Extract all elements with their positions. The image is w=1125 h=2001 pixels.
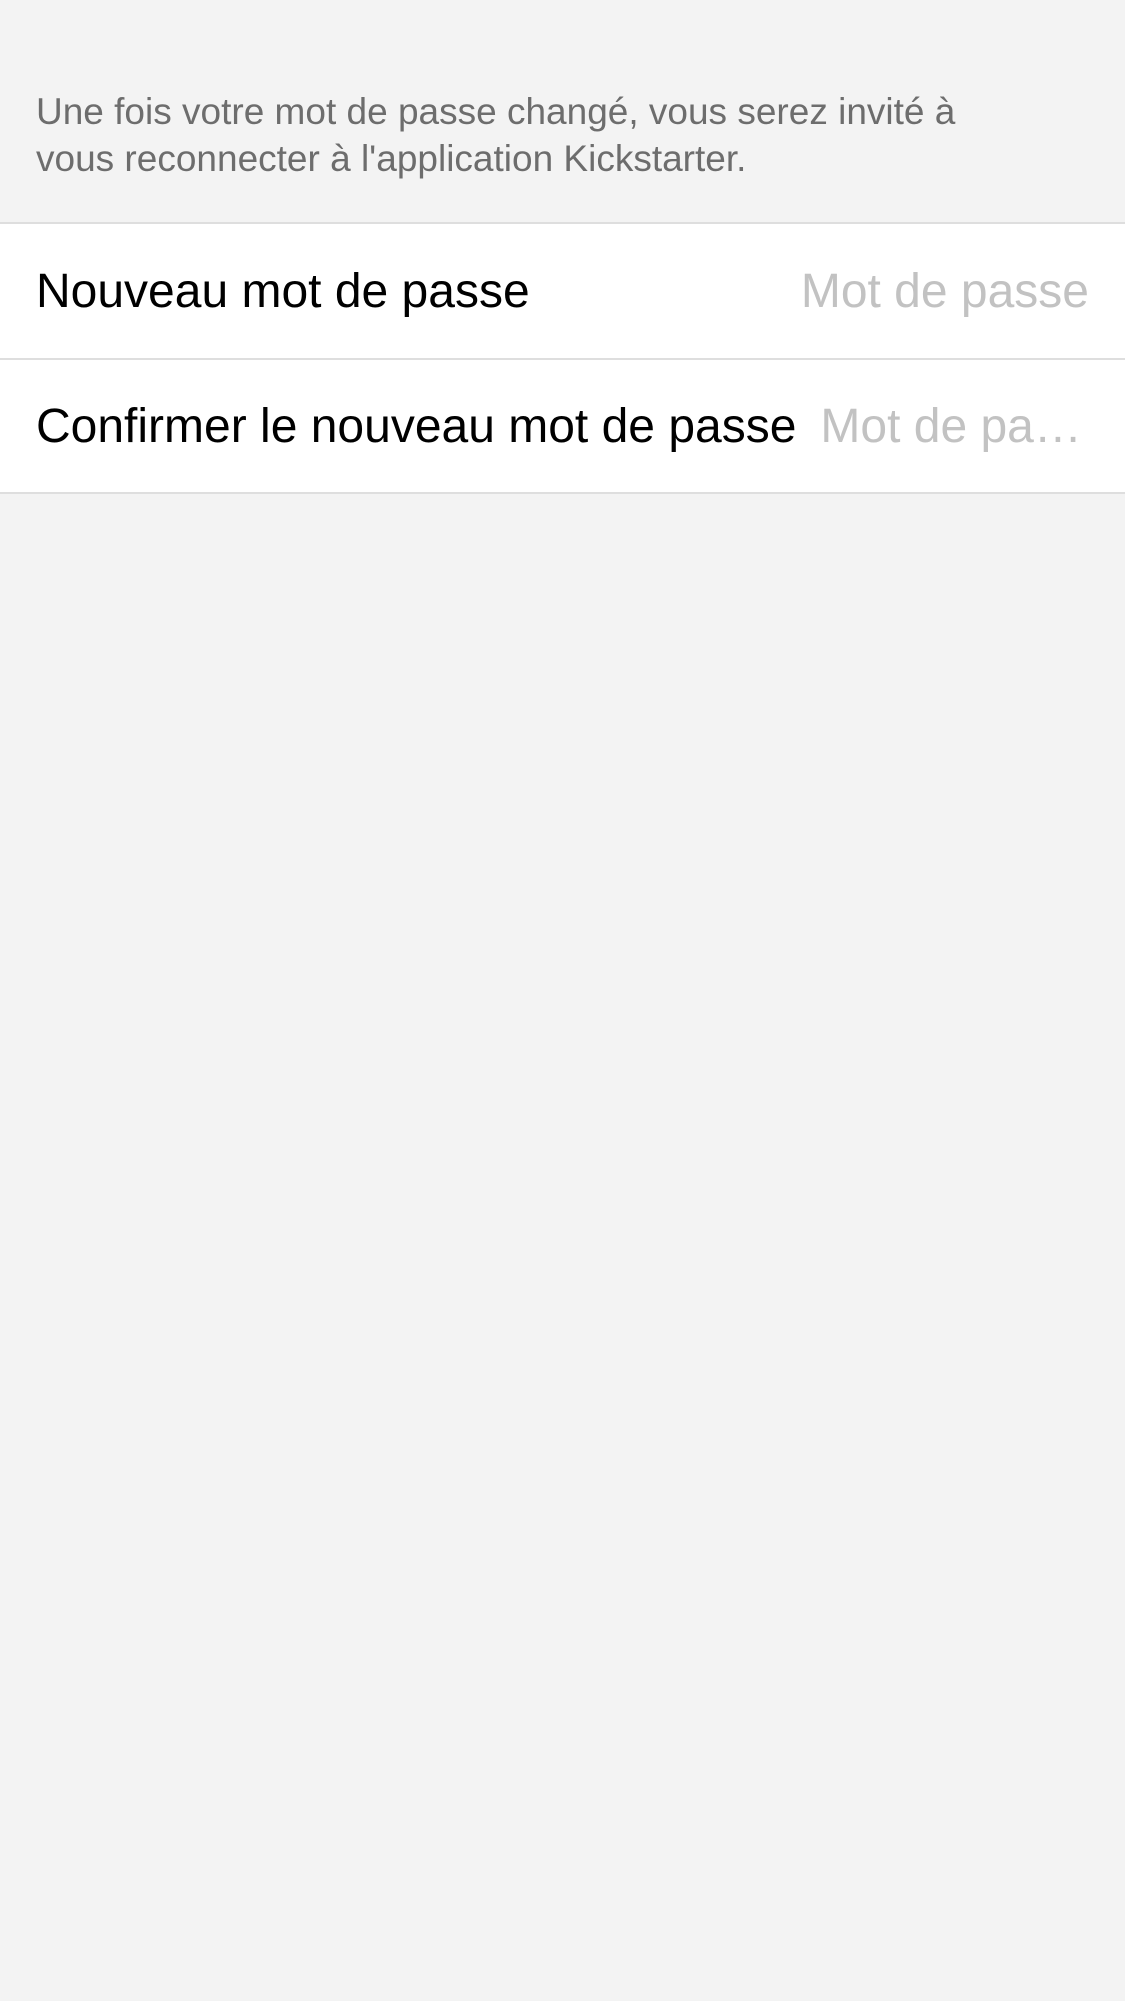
confirm-password-input[interactable] xyxy=(820,398,1089,454)
password-change-notice: Une fois votre mot de passe changé, vous… xyxy=(36,91,956,179)
confirm-password-row[interactable]: Confirmer le nouveau mot de passe xyxy=(0,358,1125,492)
new-password-row[interactable]: Nouveau mot de passe xyxy=(0,224,1125,358)
change-password-screen: Une fois votre mot de passe changé, vous… xyxy=(0,0,1125,2001)
password-form: Nouveau mot de passe Confirmer le nouvea… xyxy=(0,222,1125,494)
confirm-password-label: Confirmer le nouveau mot de passe xyxy=(36,399,797,453)
new-password-input[interactable] xyxy=(553,263,1089,319)
new-password-label: Nouveau mot de passe xyxy=(36,264,530,318)
